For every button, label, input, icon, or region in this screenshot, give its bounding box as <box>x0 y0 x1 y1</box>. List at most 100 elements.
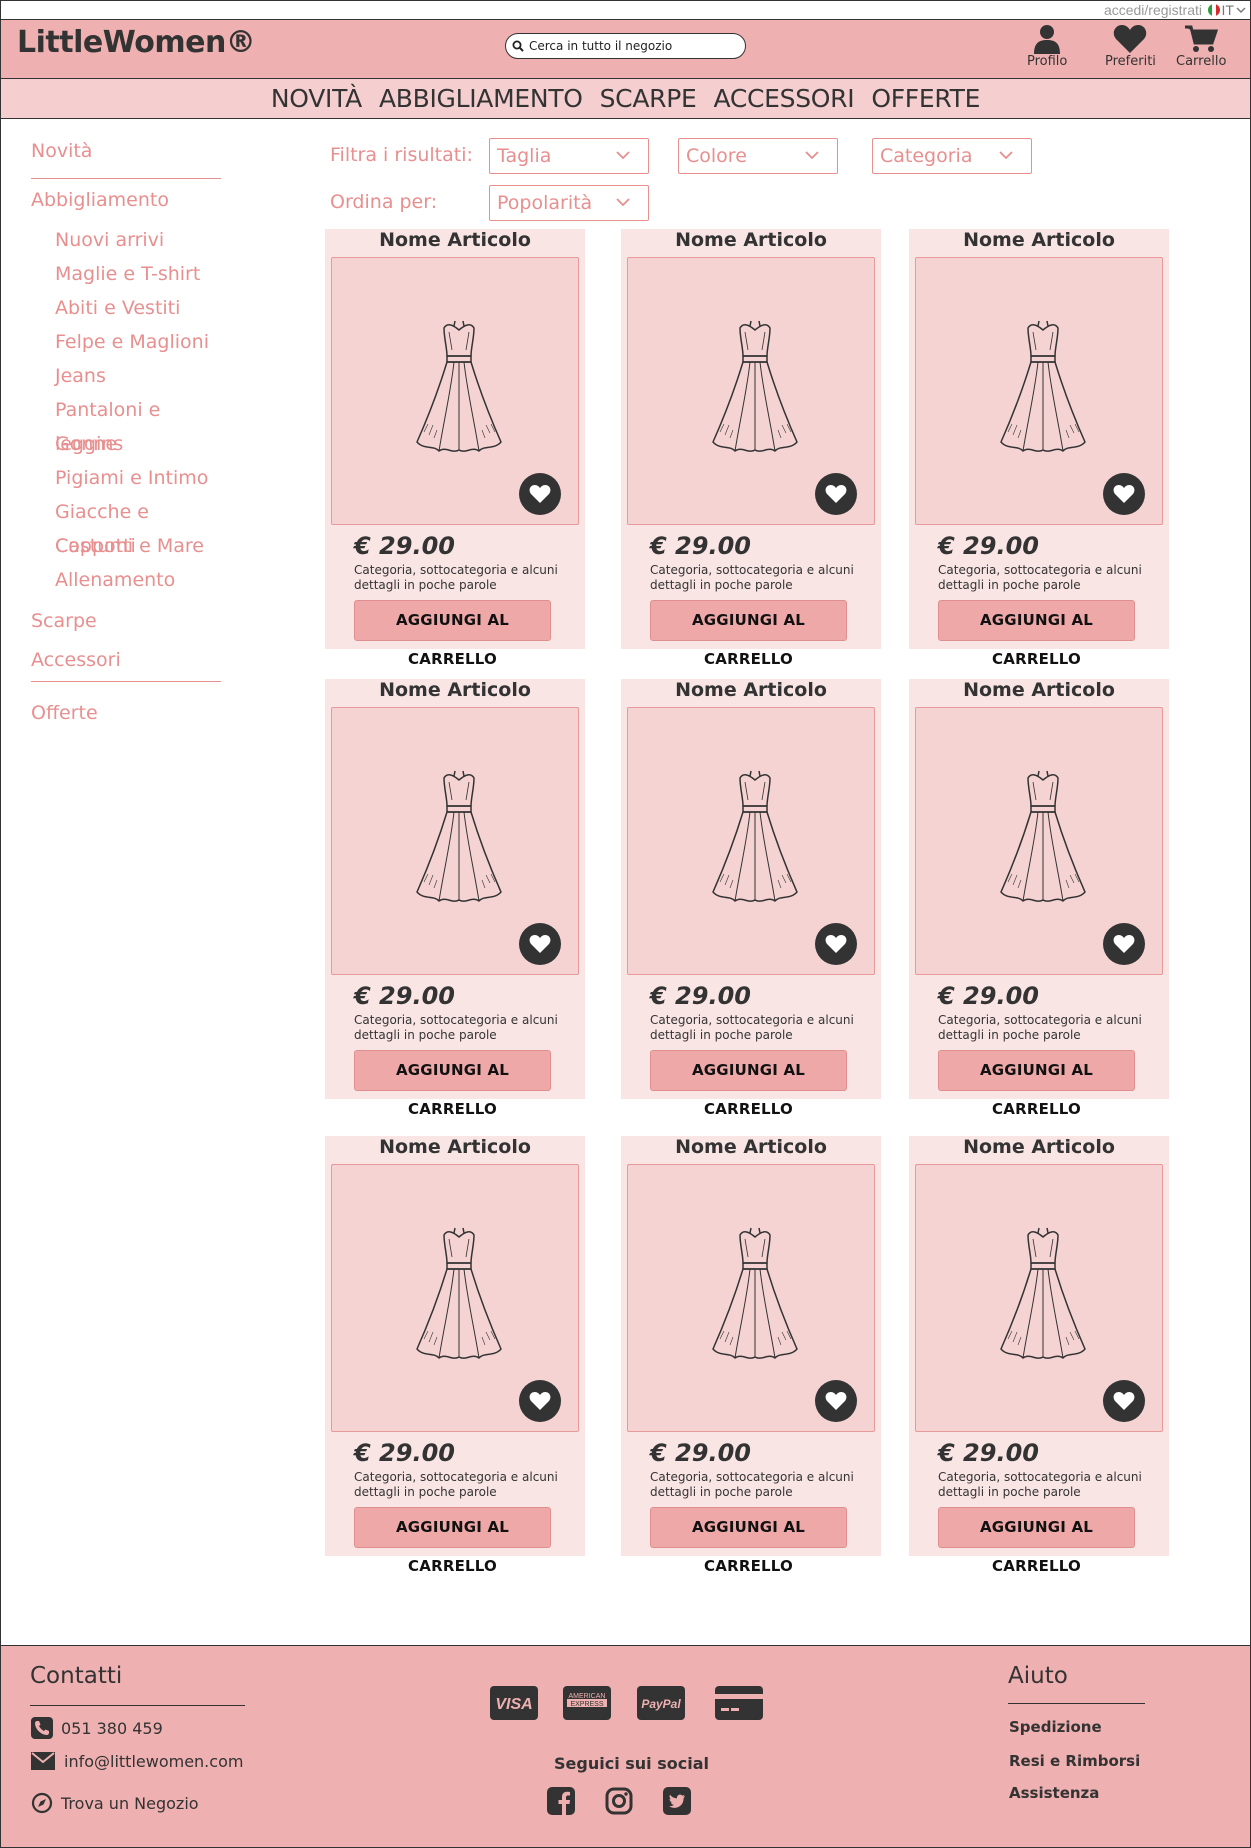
sort-label: Ordina per: <box>330 191 438 213</box>
help-link-returns[interactable]: Resi e Rimborsi <box>1009 1752 1140 1770</box>
chevron-down-icon <box>616 151 630 160</box>
facebook-icon[interactable] <box>547 1787 575 1815</box>
product-image[interactable] <box>915 257 1163 525</box>
sidebar-item-scarpe[interactable]: Scarpe <box>31 601 221 645</box>
phone-icon <box>31 1717 53 1739</box>
help-link-support[interactable]: Assistenza <box>1009 1784 1099 1802</box>
filter-label: Filtra i risultati: <box>330 144 473 166</box>
product-image[interactable] <box>627 1164 875 1432</box>
favorite-button[interactable] <box>815 923 857 965</box>
product-card[interactable]: Nome Articolo € 29.00 Categoria, sottoca… <box>909 229 1169 668</box>
add-to-cart-button[interactable]: AGGIUNGI AL CARRELLO <box>354 1050 551 1118</box>
favorites-button[interactable]: Preferiti <box>1105 24 1156 69</box>
dress-icon <box>712 770 798 902</box>
favorite-button[interactable] <box>1103 1380 1145 1422</box>
heart-icon <box>825 935 847 953</box>
sidebar-subitem[interactable]: Costumi e Mare <box>31 529 221 563</box>
sort-dropdown-value: Popolarità <box>497 192 593 214</box>
nav-novita[interactable]: NOVITÀ <box>271 84 362 113</box>
add-to-cart-button[interactable]: AGGIUNGI AL CARRELLO <box>650 1050 847 1118</box>
add-to-cart-button[interactable]: AGGIUNGI AL CARRELLO <box>650 600 847 668</box>
product-image[interactable] <box>627 707 875 975</box>
product-card[interactable]: Nome Articolo € 29.00 Categoria, sottoca… <box>621 229 881 668</box>
favorite-button[interactable] <box>519 923 561 965</box>
product-card[interactable]: Nome Articolo € 29.00 Categoria, sottoca… <box>325 1136 585 1575</box>
size-dropdown-value: Taglia <box>497 145 552 167</box>
product-card[interactable]: Nome Articolo € 29.00 Categoria, sottoca… <box>325 229 585 668</box>
search-box[interactable] <box>505 33 746 59</box>
email-contact[interactable]: info@littlewomen.com <box>30 1751 243 1771</box>
product-card[interactable]: Nome Articolo € 29.00 Categoria, sottoca… <box>909 679 1169 1118</box>
product-card[interactable]: Nome Articolo € 29.00 Categoria, sottoca… <box>325 679 585 1118</box>
color-dropdown[interactable]: Colore <box>678 138 838 174</box>
product-name: Nome Articolo <box>963 229 1115 251</box>
instagram-icon[interactable] <box>605 1787 633 1815</box>
product-card[interactable]: Nome Articolo € 29.00 Categoria, sottoca… <box>909 1136 1169 1575</box>
add-to-cart-button[interactable]: AGGIUNGI AL CARRELLO <box>938 1050 1135 1118</box>
favorite-button[interactable] <box>1103 923 1145 965</box>
product-image[interactable] <box>915 707 1163 975</box>
svg-text:AMERICAN: AMERICAN <box>569 1693 606 1700</box>
user-icon <box>1034 25 1061 54</box>
search-input[interactable] <box>529 39 739 53</box>
sidebar-item-novita[interactable]: Novità <box>31 140 221 170</box>
size-dropdown[interactable]: Taglia <box>489 138 649 174</box>
product-image[interactable] <box>627 257 875 525</box>
favorite-button[interactable] <box>519 473 561 515</box>
sidebar-subitem[interactable]: Maglie e T-shirt <box>31 257 221 291</box>
product-name: Nome Articolo <box>963 679 1115 701</box>
sidebar-subitem[interactable]: Allenamento <box>31 563 221 597</box>
sidebar-item-offerte[interactable]: Offerte <box>31 702 221 724</box>
product-name: Nome Articolo <box>379 679 531 701</box>
product-price: € 29.00 <box>650 532 751 560</box>
cart-button[interactable]: Carrello <box>1176 24 1226 69</box>
twitter-icon[interactable] <box>663 1787 691 1815</box>
sidebar-item-abbigliamento[interactable]: Abbigliamento <box>31 189 221 223</box>
sidebar-subitem[interactable]: Giacche e Cappotti <box>31 495 221 557</box>
nav-accessori[interactable]: ACCESSORI <box>713 84 854 113</box>
product-image[interactable] <box>331 707 579 975</box>
dress-icon <box>416 770 502 902</box>
sidebar-subitem[interactable]: Felpe e Maglioni <box>31 325 221 359</box>
phone-contact[interactable]: 051 380 459 <box>31 1717 163 1739</box>
product-card[interactable]: Nome Articolo € 29.00 Categoria, sottoca… <box>621 1136 881 1575</box>
add-to-cart-button[interactable]: AGGIUNGI AL CARRELLO <box>650 1507 847 1575</box>
sidebar-subitem[interactable]: Gonne <box>31 427 221 461</box>
header: LittleWomen® Profilo Preferiti Carrello <box>1 20 1250 79</box>
product-image[interactable] <box>915 1164 1163 1432</box>
category-dropdown[interactable]: Categoria <box>872 138 1032 174</box>
product-image[interactable] <box>331 1164 579 1432</box>
help-link-shipping[interactable]: Spedizione <box>1009 1718 1102 1736</box>
add-to-cart-button[interactable]: AGGIUNGI AL CARRELLO <box>938 1507 1135 1575</box>
site-logo[interactable]: LittleWomen® <box>17 25 256 60</box>
svg-text:VISA: VISA <box>495 1696 532 1713</box>
product-name: Nome Articolo <box>963 1136 1115 1158</box>
store-locator-link[interactable]: Trova un Negozio <box>31 1792 199 1814</box>
favorite-button[interactable] <box>815 473 857 515</box>
nav-abbigliamento[interactable]: ABBIGLIAMENTO <box>379 84 583 113</box>
add-to-cart-button[interactable]: AGGIUNGI AL CARRELLO <box>354 600 551 668</box>
sort-dropdown[interactable]: Popolarità <box>489 185 649 221</box>
login-register-link[interactable]: accedi/registrati <box>1104 2 1202 18</box>
product-description: Categoria, sottocategoria e alcuni detta… <box>938 1013 1142 1042</box>
product-card[interactable]: Nome Articolo € 29.00 Categoria, sottoca… <box>621 679 881 1118</box>
favorite-button[interactable] <box>815 1380 857 1422</box>
add-to-cart-button[interactable]: AGGIUNGI AL CARRELLO <box>354 1507 551 1575</box>
language-selector[interactable]: IT <box>1207 2 1246 18</box>
favorite-button[interactable] <box>519 1380 561 1422</box>
sidebar-subitem[interactable]: Pigiami e Intimo <box>31 461 221 495</box>
heart-icon <box>1113 935 1135 953</box>
favorite-button[interactable] <box>1103 473 1145 515</box>
sidebar-subitem[interactable]: Pantaloni e leggins <box>31 393 221 455</box>
social-title: Seguici sui social <box>554 1754 709 1773</box>
sidebar-subitem[interactable]: Abiti e Vestiti <box>31 291 221 325</box>
nav-offerte[interactable]: OFFERTE <box>871 84 980 113</box>
profile-button[interactable]: Profilo <box>1027 24 1067 69</box>
product-price: € 29.00 <box>938 1439 1039 1467</box>
sidebar-item-accessori[interactable]: Accessori <box>31 645 221 677</box>
sidebar-subitem[interactable]: Nuovi arrivi <box>31 223 221 257</box>
add-to-cart-button[interactable]: AGGIUNGI AL CARRELLO <box>938 600 1135 668</box>
nav-scarpe[interactable]: SCARPE <box>600 84 697 113</box>
sidebar-subitem[interactable]: Jeans <box>31 359 221 393</box>
product-image[interactable] <box>331 257 579 525</box>
